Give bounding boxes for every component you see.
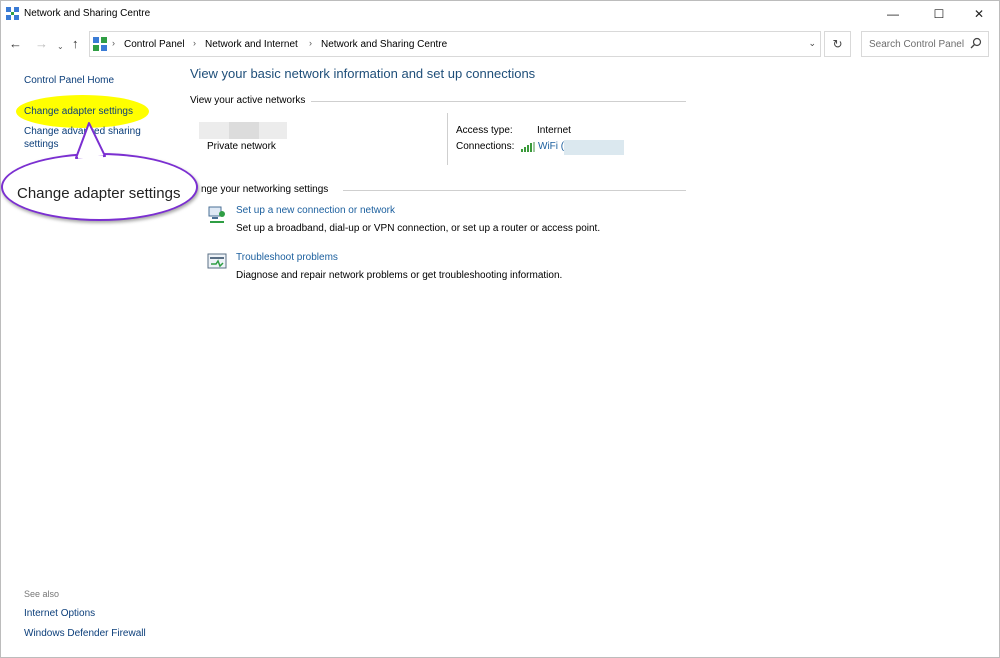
change-advanced-sharing-link[interactable]: Change advanced sharing [24,125,141,138]
change-adapter-settings-link[interactable]: Change adapter settings [24,105,133,118]
address-dropdown-icon[interactable]: ⌄ [808,38,816,49]
wifi-connection-link[interactable]: WiFi ( [538,141,564,152]
troubleshoot-icon [207,253,227,269]
recent-locations-button[interactable]: ⌄ [57,40,64,53]
up-button[interactable]: ↑ [72,37,79,50]
change-advanced-sharing-link-line2[interactable]: settings [24,138,58,151]
breadcrumb-network-internet[interactable]: Network and Internet [205,39,298,50]
network-name-redacted [199,122,229,139]
troubleshoot-problems-link[interactable]: Troubleshoot problems [236,252,338,263]
new-connection-icon [208,206,225,223]
forward-button[interactable]: → [35,37,48,50]
close-button[interactable]: ✕ [959,1,999,27]
refresh-button[interactable]: ↻ [824,31,851,57]
network-name-redacted [229,122,259,139]
breadcrumb-network-sharing[interactable]: Network and Sharing Centre [321,39,447,50]
network-app-icon [6,7,19,20]
see-also-heading: See also [24,589,60,599]
setup-new-connection-link[interactable]: Set up a new connection or network [236,205,395,216]
address-row: ← → ⌄ ↑ › Control Panel › Network and In… [1,29,999,59]
minimize-button[interactable]: — [873,1,913,27]
search-input[interactable]: Search Control Panel [861,31,989,57]
vertical-divider [447,113,448,165]
callout-text: Change adapter settings [17,185,181,202]
setup-new-connection-description: Set up a broadband, dial-up or VPN conne… [236,223,601,234]
breadcrumb-separator: › [193,38,196,48]
troubleshoot-description: Diagnose and repair network problems or … [236,270,563,281]
control-panel-home-link[interactable]: Control Panel Home [24,74,114,87]
change-settings-heading: nge your networking settings [201,184,329,195]
wifi-signal-icon [521,142,535,152]
connections-label: Connections: [456,141,515,152]
access-type-label: Access type: [456,125,513,136]
page-title: View your basic network information and … [190,66,536,81]
active-networks-heading: View your active networks [190,95,306,106]
divider [311,101,686,102]
maximize-button[interactable]: ☐ [919,1,959,27]
back-button[interactable]: ← [9,37,22,50]
title-bar: Network and Sharing Centre — ☐ ✕ [1,1,999,27]
search-placeholder: Search Control Panel [869,39,965,50]
address-bar[interactable]: › Control Panel › Network and Internet ›… [89,31,821,57]
network-type-link[interactable]: Private network [207,141,276,152]
breadcrumb-separator: › [309,38,312,48]
window-title: Network and Sharing Centre [24,8,151,19]
wifi-name-redacted [564,140,624,155]
breadcrumb-separator: › [112,38,115,48]
control-panel-icon [93,37,107,51]
left-pane: Control Panel Home Change adapter settin… [1,61,181,657]
internet-options-link[interactable]: Internet Options [24,607,95,620]
search-icon [970,37,982,49]
windows-defender-firewall-link[interactable]: Windows Defender Firewall [24,627,146,640]
breadcrumb-control-panel[interactable]: Control Panel [124,39,185,50]
access-type-value: Internet [537,125,571,136]
network-sharing-window: Network and Sharing Centre — ☐ ✕ ← → ⌄ ↑… [0,0,1000,658]
divider [343,190,686,191]
network-name-redacted [259,122,287,139]
